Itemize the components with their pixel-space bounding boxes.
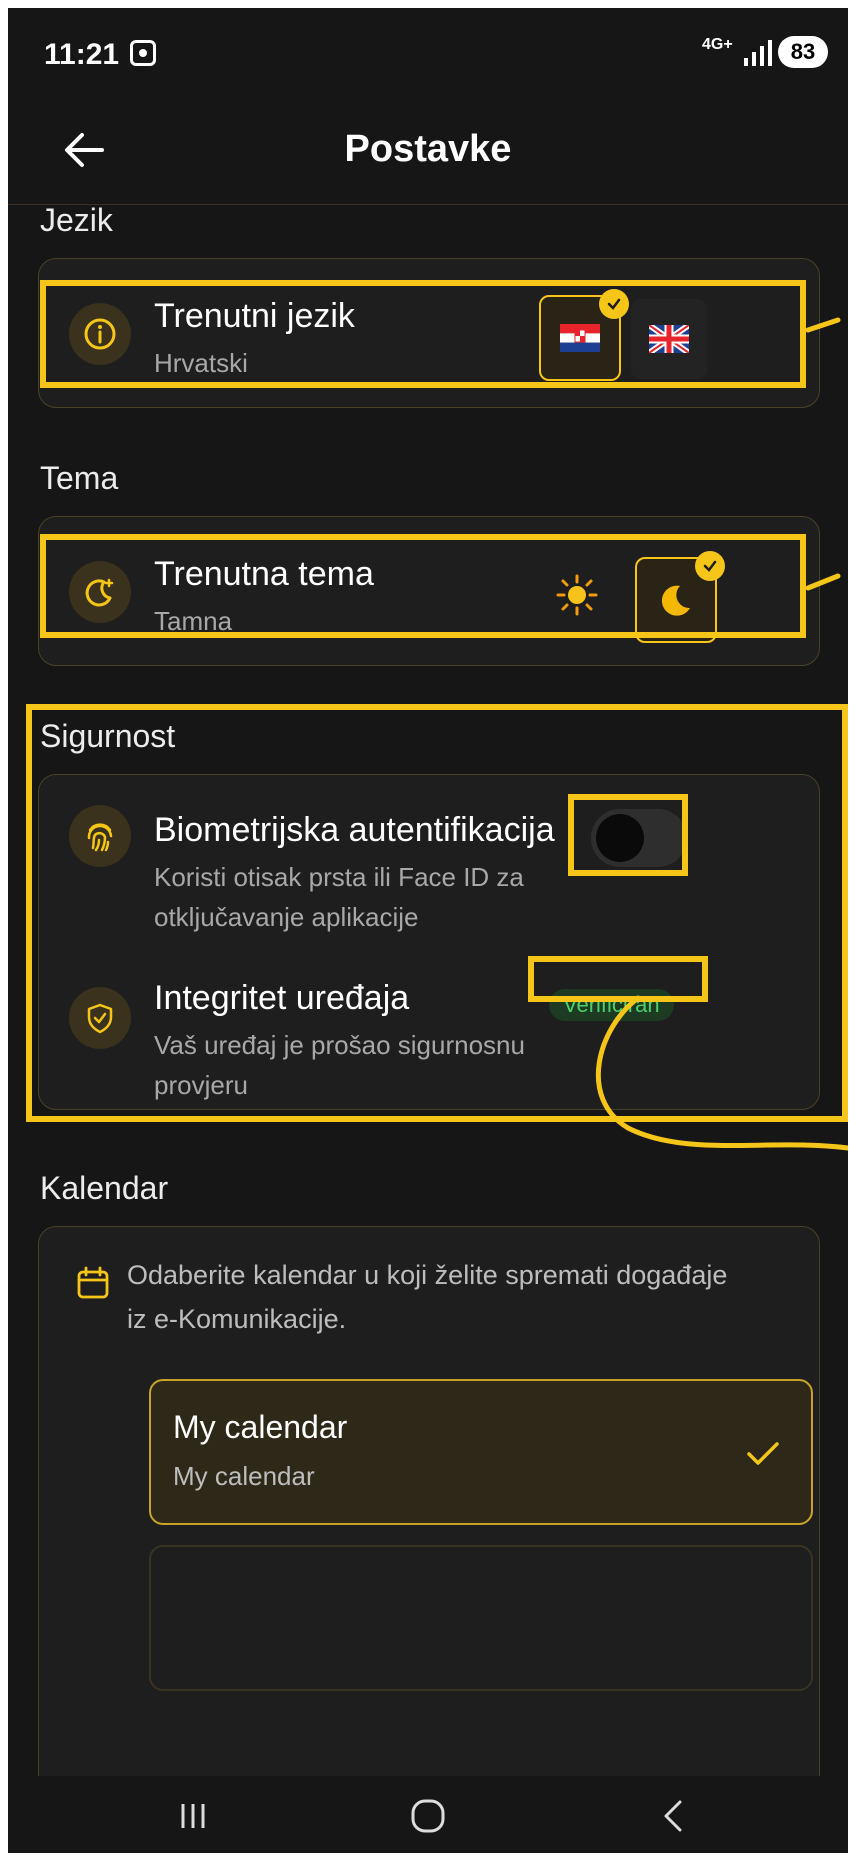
screenshot-icon (130, 40, 156, 66)
info-icon (69, 303, 131, 365)
biometric-title: Biometrijska autentifikacija (154, 811, 555, 849)
moon-stars-icon (69, 561, 131, 623)
current-theme-title: Trenutna tema (154, 555, 374, 593)
section-title-theme: Tema (40, 460, 119, 496)
battery-indicator: 83 (778, 36, 828, 68)
integrity-description: Vaš uređaj je prošao sigurnosnu provjeru (154, 1030, 525, 1100)
calendar-card: Odaberite kalendar u koji želite spremat… (38, 1226, 820, 1826)
calendar-option[interactable] (149, 1545, 813, 1691)
nav-back-button[interactable] (658, 1796, 688, 1841)
home-button[interactable] (408, 1796, 448, 1841)
current-language-title: Trenutni jezik (154, 297, 355, 335)
status-time: 11:21 (44, 38, 120, 71)
checkmark-icon (747, 1442, 779, 1465)
calendar-option-account: My calendar (173, 1461, 315, 1491)
recent-apps-button[interactable] (178, 1798, 208, 1839)
page-title: Postavke (344, 128, 512, 170)
status-bar: 11:21 4G+ 83 (8, 8, 848, 98)
section-title-language: Jezik (40, 202, 113, 238)
calendar-description: Odaberite kalendar u koji želite spremat… (127, 1260, 728, 1334)
calendar-option-name: My calendar (173, 1409, 348, 1445)
section-title-security: Sigurnost (40, 718, 176, 754)
calendar-option[interactable]: My calendar My calendar (149, 1379, 813, 1525)
recent-apps-icon (181, 1804, 205, 1828)
current-language-value: Hrvatski (154, 348, 248, 378)
system-nav-bar (8, 1776, 848, 1853)
signal-icon (740, 40, 778, 66)
chevron-left-icon (664, 1800, 682, 1832)
current-theme-value: Tamna (154, 606, 233, 636)
phone-screen: 11:21 4G+ 83 Postavke Jezik Trenutni jez… (8, 8, 848, 1853)
app-bar: Postavke (8, 98, 848, 205)
home-icon (411, 1799, 445, 1833)
shield-check-icon (69, 987, 131, 1049)
annotation-lines (595, 317, 848, 1151)
integrity-title: Integritet uređaja (154, 979, 410, 1017)
biometric-description: Koristi otisak prsta ili Face ID za otkl… (154, 862, 524, 932)
calendar-icon (75, 1265, 111, 1306)
network-type: 4G+ (702, 36, 733, 53)
fingerprint-icon (69, 805, 131, 867)
section-title-calendar: Kalendar (40, 1170, 169, 1206)
